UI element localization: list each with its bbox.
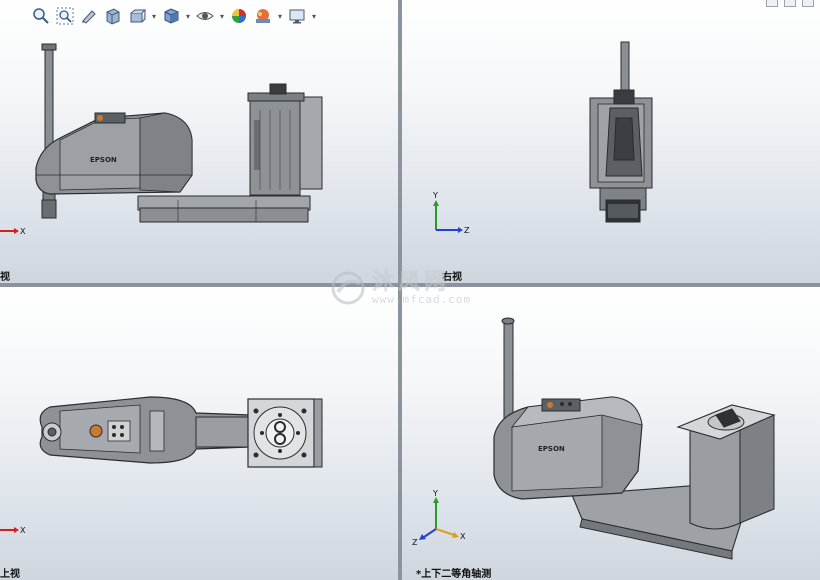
column bbox=[689, 426, 741, 530]
viewport-splitter-vertical[interactable] bbox=[398, 0, 402, 580]
view-label-isometric: *上下二等角轴测 bbox=[416, 569, 492, 580]
view-label-right: 右视 bbox=[442, 272, 462, 283]
axis-z-label: Z bbox=[412, 538, 418, 547]
robot-right-view: Y Z bbox=[432, 41, 653, 235]
viewport-splitter-horizontal[interactable] bbox=[0, 283, 820, 287]
robot-isometric-view: EPSON Y X Z bbox=[412, 317, 776, 560]
axis-x-label: X bbox=[460, 532, 466, 541]
axis-x-label: X bbox=[20, 227, 26, 236]
viewport-front[interactable]: ▾ ▾ ▾ ▾ ▾ EPSON X 视 bbox=[0, 0, 398, 283]
ball-screw-shaft bbox=[44, 43, 54, 157]
robot-top-view: X bbox=[0, 396, 323, 535]
viewport-right[interactable]: Y Z 右视 bbox=[402, 0, 820, 283]
axis-x-label: X bbox=[20, 526, 26, 535]
view-label-top: 上视 bbox=[0, 569, 20, 580]
brand-label: EPSON bbox=[90, 156, 117, 164]
axis-z-label: Z bbox=[464, 226, 470, 235]
axis-y-label: Y bbox=[432, 489, 438, 498]
view-label-front: 视 bbox=[0, 272, 10, 283]
viewport-isometric[interactable]: EPSON Y X Z *上下二等角轴测 bbox=[402, 287, 820, 580]
brand-label: EPSON bbox=[538, 445, 565, 453]
viewport-top[interactable]: X 上视 bbox=[0, 287, 398, 580]
ball-screw-shaft bbox=[503, 320, 514, 422]
robot-front-view: EPSON X bbox=[0, 43, 323, 236]
axis-y-label: Y bbox=[432, 191, 438, 200]
